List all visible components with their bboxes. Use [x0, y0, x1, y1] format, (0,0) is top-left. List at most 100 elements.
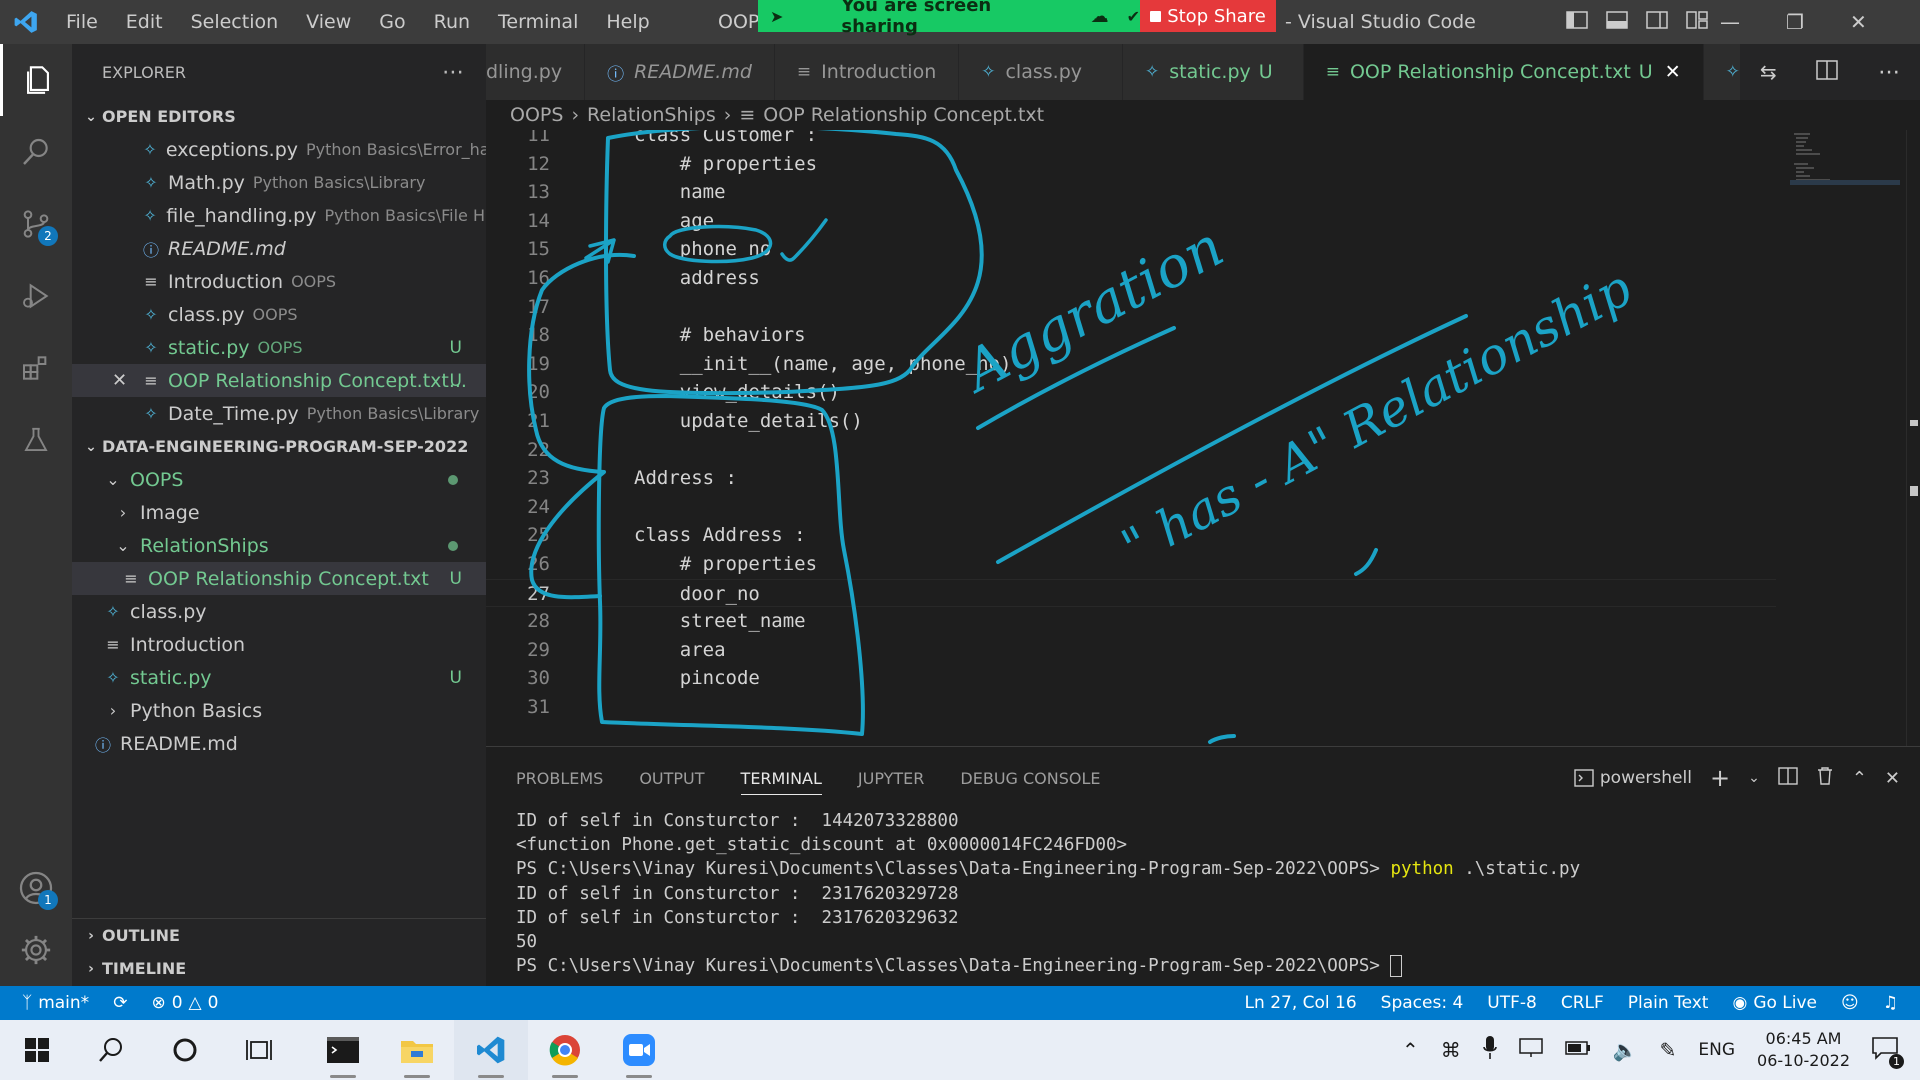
- menu-terminal[interactable]: Terminal: [484, 0, 592, 44]
- close-window-icon[interactable]: ✕: [1850, 10, 1867, 34]
- open-editor-item[interactable]: ✧ Date_Time.py Python Basics\Library: [72, 397, 486, 430]
- tab-problems[interactable]: PROBLEMS: [516, 769, 603, 788]
- pen-icon[interactable]: ✎: [1660, 1038, 1677, 1062]
- editor-scrollbar[interactable]: [1906, 130, 1920, 746]
- manage-activity[interactable]: [0, 914, 72, 986]
- tab-file-handling[interactable]: dling.py: [486, 44, 586, 100]
- search-activity[interactable]: [0, 116, 72, 188]
- explorer-activity[interactable]: [0, 44, 72, 116]
- clock[interactable]: 06:45 AM 06-10-2022: [1757, 1028, 1850, 1072]
- display-icon[interactable]: [1518, 1037, 1543, 1063]
- cortana-button[interactable]: [148, 1020, 222, 1080]
- open-editor-item[interactable]: ✧ Math.py Python Basics\Library: [72, 166, 486, 199]
- open-editors-section[interactable]: ⌄ OPEN EDITORS: [72, 100, 486, 133]
- breadcrumb-item[interactable]: RelationShips: [587, 104, 716, 126]
- menu-help[interactable]: Help: [592, 0, 663, 44]
- tree-folder-relationships[interactable]: ⌄ RelationShips: [72, 529, 486, 562]
- timeline-section[interactable]: › TIMELINE: [72, 952, 486, 985]
- toggle-secondary-sidebar-icon[interactable]: [1646, 11, 1668, 33]
- new-terminal-icon[interactable]: +: [1710, 764, 1730, 792]
- notifications-icon[interactable]: 1: [1872, 1036, 1904, 1069]
- open-editor-item[interactable]: ✧ exceptions.py Python Basics\Error_ha..…: [72, 133, 486, 166]
- branch-status[interactable]: ᛉ main*: [0, 993, 101, 1013]
- tree-folder-python-basics[interactable]: › Python Basics: [72, 694, 486, 727]
- menu-edit[interactable]: Edit: [112, 0, 177, 44]
- close-tab-icon[interactable]: ✕: [1665, 61, 1681, 83]
- tree-file[interactable]: ≡ Introduction: [72, 628, 486, 661]
- tree-folder-image[interactable]: › Image: [72, 496, 486, 529]
- taskbar-terminal[interactable]: [306, 1020, 380, 1080]
- restore-icon[interactable]: ❐: [1786, 10, 1804, 34]
- language-mode[interactable]: Plain Text: [1616, 993, 1721, 1013]
- taskbar-chrome[interactable]: [528, 1020, 602, 1080]
- more-actions-icon[interactable]: ⋯: [1878, 60, 1900, 85]
- open-editor-item[interactable]: ✧ class.py OOPS: [72, 298, 486, 331]
- stop-share-button[interactable]: Stop Share: [1140, 0, 1276, 32]
- tab-jupyter[interactable]: JUPYTER: [858, 769, 925, 788]
- open-editor-item-active[interactable]: ✕ ≡ OOP Relationship Concept.txt... U: [72, 364, 486, 397]
- split-terminal-icon[interactable]: [1778, 766, 1798, 790]
- chevron-up-icon[interactable]: ⌃: [1402, 1038, 1419, 1062]
- source-control-activity[interactable]: 2: [0, 188, 72, 260]
- tab-terminal[interactable]: TERMINAL: [740, 769, 822, 795]
- pin-icon[interactable]: ➤: [770, 7, 783, 26]
- line-ending[interactable]: CRLF: [1549, 993, 1616, 1013]
- menu-selection[interactable]: Selection: [177, 0, 293, 44]
- open-changes-icon[interactable]: ⇆: [1760, 60, 1777, 84]
- open-editor-item[interactable]: ✧ static.py OOPS U: [72, 331, 486, 364]
- minimize-icon[interactable]: —: [1720, 10, 1740, 34]
- taskbar-file-explorer[interactable]: [380, 1020, 454, 1080]
- tree-file[interactable]: ✧ static.py U: [72, 661, 486, 694]
- taskbar-vscode[interactable]: [454, 1020, 528, 1080]
- tab-static-py[interactable]: ✧ static.py U: [1123, 44, 1304, 100]
- workspace-section[interactable]: ⌄ DATA-ENGINEERING-PROGRAM-SEP-2022: [72, 430, 486, 463]
- tab-class-py[interactable]: ✧ class.py: [959, 44, 1123, 100]
- terminal-shell-selector[interactable]: powershell: [1574, 768, 1692, 788]
- microphone-icon[interactable]: [1482, 1035, 1497, 1065]
- chevron-down-icon[interactable]: ⌄: [1748, 770, 1760, 786]
- start-button[interactable]: [0, 1020, 74, 1080]
- menu-go[interactable]: Go: [365, 0, 419, 44]
- cursor-position[interactable]: Ln 27, Col 16: [1233, 993, 1369, 1013]
- code-editor[interactable]: 11 class Customer : 12 # properties 13 na…: [486, 130, 1920, 746]
- tab-introduction[interactable]: ≡ Introduction: [774, 44, 960, 100]
- maximize-panel-icon[interactable]: ⌃: [1852, 768, 1867, 789]
- toggle-sidebar-icon[interactable]: [1566, 11, 1588, 33]
- close-panel-icon[interactable]: ✕: [1885, 768, 1900, 789]
- problems-status[interactable]: ⊗ 0 △ 0: [139, 993, 230, 1013]
- close-editor-icon[interactable]: ✕: [112, 370, 127, 391]
- tree-file[interactable]: ⓘ README.md: [72, 727, 486, 760]
- outline-section[interactable]: › OUTLINE: [72, 919, 486, 952]
- tree-file[interactable]: ✧ class.py: [72, 595, 486, 628]
- notifications-bell-icon[interactable]: ♫: [1871, 993, 1920, 1013]
- search-button[interactable]: [74, 1020, 148, 1080]
- volume-icon[interactable]: 🔈: [1613, 1038, 1638, 1062]
- tree-file-active[interactable]: ≡ OOP Relationship Concept.txt U: [72, 562, 486, 595]
- encoding[interactable]: UTF-8: [1475, 993, 1549, 1013]
- menu-view[interactable]: View: [292, 0, 365, 44]
- taskbar-zoom[interactable]: [602, 1020, 676, 1080]
- customize-layout-icon[interactable]: [1686, 11, 1708, 33]
- breadcrumb-item[interactable]: OOPS: [510, 104, 563, 126]
- more-actions-icon[interactable]: ⋯: [442, 60, 464, 85]
- tree-folder-oops[interactable]: ⌄ OOPS: [72, 463, 486, 496]
- menu-run[interactable]: Run: [420, 0, 484, 44]
- menu-file[interactable]: File: [52, 0, 112, 44]
- indentation[interactable]: Spaces: 4: [1369, 993, 1476, 1013]
- split-editor-icon[interactable]: [1816, 60, 1839, 84]
- tab-debug-console[interactable]: DEBUG CONSOLE: [960, 769, 1100, 788]
- open-editor-item[interactable]: ⓘ README.md: [72, 232, 486, 265]
- go-live-button[interactable]: ◉ Go Live: [1720, 993, 1829, 1013]
- terminal-output[interactable]: ID of self in Consturctor : 144207332880…: [486, 809, 1920, 978]
- breadcrumb-item[interactable]: OOP Relationship Concept.txt: [763, 104, 1044, 126]
- trash-icon[interactable]: [1816, 766, 1834, 791]
- open-editor-item[interactable]: ≡ Introduction OOPS: [72, 265, 486, 298]
- task-view-button[interactable]: [222, 1020, 296, 1080]
- toggle-panel-icon[interactable]: [1606, 11, 1628, 33]
- wifi-icon[interactable]: ⌘: [1441, 1038, 1461, 1062]
- feedback-icon[interactable]: ☺: [1829, 993, 1871, 1013]
- open-editor-item[interactable]: ✧ file_handling.py Python Basics\File H.…: [72, 199, 486, 232]
- battery-icon[interactable]: [1564, 1040, 1591, 1060]
- tab-readme[interactable]: ⓘ README.md: [585, 44, 775, 100]
- minimap[interactable]: [1790, 130, 1900, 220]
